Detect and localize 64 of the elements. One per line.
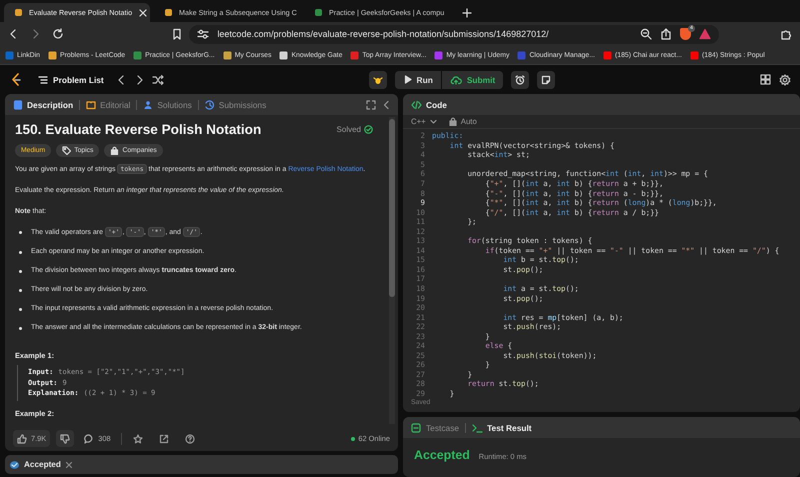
panel-tab[interactable]: Description: [13, 100, 74, 110]
thumbs-down-icon: [60, 434, 70, 444]
terminal-icon: [472, 422, 484, 432]
verdict-text: Accepted: [414, 448, 470, 462]
note-button[interactable]: [537, 70, 556, 88]
play-icon: [404, 75, 412, 84]
submit-button[interactable]: Submit: [442, 70, 504, 88]
triangle-icon[interactable]: [698, 28, 711, 40]
problem-list-button[interactable]: Problem List: [38, 74, 104, 84]
shuffle-icon[interactable]: [152, 74, 164, 86]
description-icon: [13, 100, 23, 110]
comment-icon: [84, 434, 94, 444]
previous-icon[interactable]: [116, 74, 126, 86]
bullet: [19, 308, 22, 310]
bookmark-icon[interactable]: [171, 28, 184, 40]
alarm-clock-icon: [515, 74, 526, 84]
check-circle-icon: [364, 125, 373, 134]
help-icon[interactable]: [184, 434, 195, 444]
panel-tab[interactable]: Editorial: [86, 100, 130, 110]
reload-icon[interactable]: [52, 28, 64, 40]
bullet: [19, 326, 22, 330]
panel-tab[interactable]: Test Result: [472, 422, 532, 432]
new-tab-icon[interactable]: [462, 8, 472, 18]
solved-status: Solved: [336, 125, 373, 134]
bullet: [19, 250, 22, 254]
panel-tab[interactable]: Solutions: [143, 100, 192, 110]
lock-icon: [110, 146, 120, 155]
site-settings-icon[interactable]: [197, 28, 210, 40]
run-button[interactable]: Run: [394, 70, 441, 88]
scrollbar[interactable]: [389, 117, 395, 424]
timer-button[interactable]: [511, 70, 530, 88]
expand-icon[interactable]: [366, 100, 376, 110]
debug-button[interactable]: [368, 70, 387, 88]
dislike-button[interactable]: [56, 430, 74, 447]
settings-icon[interactable]: [779, 74, 791, 86]
cloud-upload-icon: [450, 74, 462, 84]
list-icon: [38, 74, 48, 84]
zoom-icon[interactable]: [640, 28, 652, 40]
problem-title: 150. Evaluate Reverse Polish Notation: [15, 122, 262, 137]
share-icon[interactable]: [158, 434, 169, 444]
lock-icon: [448, 117, 457, 126]
tag-icon: [62, 146, 72, 155]
thumbs-up-icon: [17, 434, 27, 444]
book-icon: [86, 100, 96, 110]
result-tab[interactable]: Accepted: [9, 460, 73, 470]
caret-icon: [430, 118, 437, 124]
panel-title: Code: [411, 100, 447, 110]
back-icon[interactable]: [8, 28, 18, 40]
collapse-icon[interactable]: [382, 100, 390, 110]
person-icon: [143, 100, 154, 110]
note-icon: [541, 74, 552, 84]
logo-icon[interactable]: [10, 72, 22, 86]
code-icon: [411, 100, 422, 110]
url-text: leetcode.com/problems/evaluate-reverse-polish-notation/submissions/1469827012/: [217, 29, 549, 39]
layout-icon[interactable]: [760, 74, 771, 85]
bullet: [19, 270, 22, 272]
panel-tab[interactable]: Testcase: [411, 422, 460, 432]
result-icon: [9, 460, 20, 470]
panel-tab[interactable]: Submissions: [204, 100, 266, 110]
star-icon[interactable]: [132, 434, 143, 444]
bullet: [19, 231, 22, 234]
history-icon: [204, 100, 215, 110]
bullet: [19, 288, 22, 292]
checkbox-icon: [411, 422, 422, 432]
